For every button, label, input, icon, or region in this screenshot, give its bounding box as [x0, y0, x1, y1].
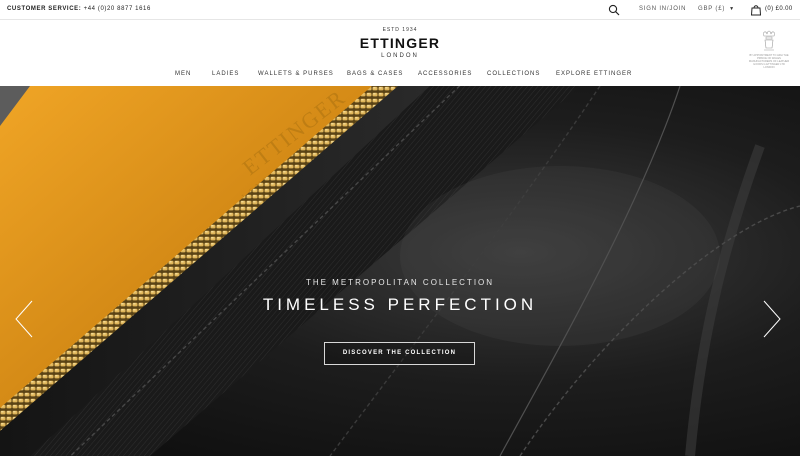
logo-wordmark: ETTINGER [359, 35, 441, 51]
logo-estd: ESTD 1934 [382, 27, 418, 33]
nav-item-wallets-purses[interactable]: WALLETS & PURSES [258, 71, 334, 77]
customer-service: CUSTOMER SERVICE: +44 (0)20 8877 1616 [7, 6, 151, 12]
currency-selector[interactable]: GBP (£) ▼ [698, 6, 735, 12]
chevron-down-icon: ▼ [729, 6, 735, 12]
brand-logo[interactable]: ESTD 1934 ETTINGER LONDON [340, 27, 460, 59]
nav-item-bags-cases[interactable]: BAGS & CASES [347, 71, 403, 77]
hero-subtitle: THE METROPOLITAN COLLECTION [305, 278, 495, 287]
hero-headline: TIMELESS PERFECTION [262, 295, 538, 314]
sign-in-link[interactable]: SIGN IN/JOIN [639, 6, 686, 12]
shopping-bag-icon[interactable] [750, 4, 762, 16]
top-utility-bar: CUSTOMER SERVICE: +44 (0)20 8877 1616 SI… [0, 0, 800, 20]
customer-service-label: CUSTOMER SERVICE: [7, 6, 82, 12]
search-icon[interactable] [608, 4, 620, 16]
hero-image: ETTINGER LONDON [0, 86, 800, 456]
main-nav: MEN LADIES WALLETS & PURSES BAGS & CASES… [0, 71, 800, 81]
nav-item-explore-ettinger[interactable]: EXPLORE ETTINGER [556, 71, 632, 77]
nav-item-ladies[interactable]: LADIES [212, 71, 239, 77]
nav-item-men[interactable]: MEN [175, 71, 191, 77]
logo-city: LONDON [381, 53, 419, 59]
currency-value: GBP (£) [698, 6, 726, 12]
chevron-right-icon[interactable] [762, 299, 782, 339]
hero-banner: ETTINGER LONDON THE METROPOLITAN COLLECT… [0, 86, 800, 456]
nav-item-collections[interactable]: COLLECTIONS [487, 71, 540, 77]
chevron-left-icon[interactable] [14, 299, 34, 339]
royal-warrant-text: BY APPOINTMENT TO HRH THE PRINCE OF WALE… [748, 54, 790, 69]
discover-collection-button[interactable]: DISCOVER THE COLLECTION [324, 342, 475, 365]
bag-summary[interactable]: (0) £0.00 [765, 6, 793, 12]
customer-service-phone[interactable]: +44 (0)20 8877 1616 [84, 6, 151, 12]
nav-item-accessories[interactable]: ACCESSORIES [418, 71, 472, 77]
